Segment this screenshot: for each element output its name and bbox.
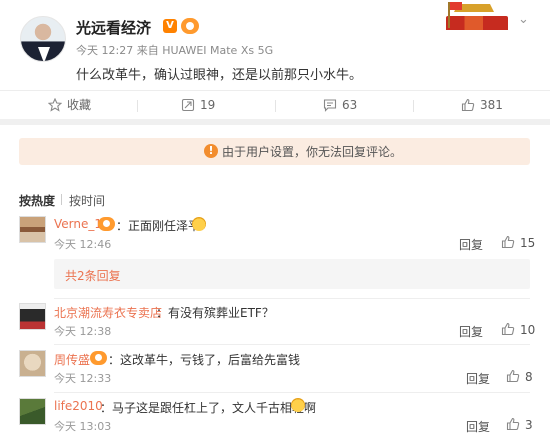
comment-time: 今天 12:46 bbox=[54, 238, 112, 251]
warning-icon: ! bbox=[204, 144, 218, 158]
author-name[interactable]: 光远看经济 bbox=[76, 17, 151, 38]
reply-button[interactable]: 回复 bbox=[466, 370, 490, 387]
thumbs-up-icon bbox=[461, 98, 475, 112]
verified-badge-icon: V bbox=[163, 19, 177, 33]
comment-time: 今天 12:38 bbox=[54, 325, 112, 338]
favorite-button[interactable]: 收藏 bbox=[48, 91, 108, 120]
post-source: 来自 HUAWEI Mate Xs 5G bbox=[136, 44, 274, 57]
author-avatar[interactable] bbox=[20, 16, 66, 62]
comment-text: ：正面刚任泽平 bbox=[116, 219, 201, 233]
reply-button[interactable]: 回复 bbox=[459, 323, 483, 340]
thumbs-up-icon bbox=[501, 235, 515, 249]
commenter-avatar[interactable] bbox=[19, 303, 46, 330]
comment-time: 今天 12:33 bbox=[54, 372, 112, 385]
notice-text: 由于用户设置，你无法回复评论。 bbox=[222, 145, 403, 159]
comment-like-count: 10 bbox=[520, 323, 536, 337]
thumbs-up-icon bbox=[506, 417, 520, 431]
post-action-bar: 收藏 19 63 381 bbox=[0, 90, 550, 119]
grinning-emoji bbox=[291, 398, 305, 412]
laughing-crying-emoji bbox=[192, 217, 206, 231]
comment-text: ：有没有殡葬业ETF？ bbox=[156, 306, 274, 320]
repost-button[interactable]: 19 bbox=[181, 91, 231, 120]
action-divider bbox=[137, 100, 138, 112]
fan-badge-icon bbox=[98, 217, 115, 231]
decorative-banner-icon bbox=[440, 0, 510, 30]
thumbs-up-icon bbox=[501, 322, 515, 336]
sort-by-time-tab[interactable]: 按时间 bbox=[69, 192, 105, 209]
comment-button[interactable]: 63 bbox=[323, 91, 373, 120]
sort-divider bbox=[61, 194, 62, 205]
star-icon bbox=[48, 98, 62, 112]
repost-count: 19 bbox=[200, 98, 216, 112]
post-text: 什么改革牛，确认过眼神，还是以前那只小水牛。 bbox=[76, 68, 363, 83]
sub-replies-label: 共2条回复 bbox=[65, 269, 121, 283]
comments-panel: ! 由于用户设置，你无法回复评论。 按热度 按时间 Verne_1 ：正面刚任泽… bbox=[0, 125, 550, 441]
comment-divider bbox=[54, 298, 530, 299]
reply-button[interactable]: 回复 bbox=[466, 418, 490, 435]
comment-time: 今天 13:03 bbox=[54, 420, 112, 433]
comment-count: 63 bbox=[342, 98, 358, 112]
like-count: 381 bbox=[480, 98, 503, 112]
comment-divider bbox=[54, 392, 530, 393]
comment-like-count: 8 bbox=[525, 370, 533, 384]
commenter-name[interactable]: 周传盛 bbox=[54, 351, 90, 368]
fan-badge-icon bbox=[90, 351, 107, 365]
commenter-avatar[interactable] bbox=[19, 350, 46, 377]
commenter-name[interactable]: 北京潮流寿衣专卖店 bbox=[54, 304, 162, 321]
sort-by-hot-tab[interactable]: 按热度 bbox=[19, 192, 55, 209]
comment-text: ：马子这是跟任杠上了，文人千古相轻啊 bbox=[100, 401, 317, 415]
commenter-name[interactable]: life2010 bbox=[54, 399, 103, 413]
post-meta: 今天 12:27 来自 HUAWEI Mate Xs 5G bbox=[76, 42, 273, 58]
thumbs-up-icon bbox=[506, 369, 520, 383]
like-button[interactable]: 381 bbox=[461, 91, 511, 120]
comment-like-count: 3 bbox=[525, 418, 533, 432]
repost-icon bbox=[181, 98, 195, 112]
comment-icon bbox=[323, 99, 337, 112]
reply-restricted-notice: ! 由于用户设置，你无法回复评论。 bbox=[19, 138, 530, 165]
commenter-name[interactable]: Verne_1 bbox=[54, 217, 102, 231]
commenter-avatar[interactable] bbox=[19, 398, 46, 425]
comment-like-count: 15 bbox=[520, 236, 536, 250]
favorite-label: 收藏 bbox=[67, 98, 92, 112]
sub-replies-link[interactable]: 共2条回复 bbox=[54, 259, 530, 289]
chevron-down-icon[interactable]: ⌄ bbox=[518, 12, 529, 27]
post-time[interactable]: 今天 12:27 bbox=[76, 44, 133, 57]
fan-badge-icon bbox=[181, 18, 199, 34]
action-divider bbox=[275, 100, 276, 112]
commenter-avatar[interactable] bbox=[19, 216, 46, 243]
action-divider bbox=[413, 100, 414, 112]
reply-button[interactable]: 回复 bbox=[459, 236, 483, 253]
comment-divider bbox=[54, 344, 530, 345]
comment-text: ：这改革牛，亏钱了，后富给先富钱 bbox=[108, 353, 301, 367]
